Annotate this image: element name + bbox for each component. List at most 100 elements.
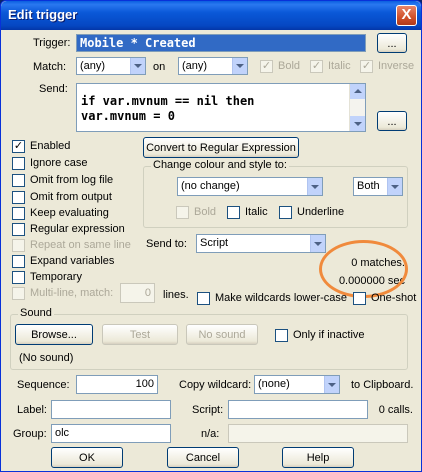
regular-expression-label: Regular expression — [30, 223, 125, 235]
colour-style-legend: Change colour and style to: — [151, 159, 289, 171]
colour-target-select[interactable]: Both — [353, 177, 403, 196]
match-colour2-value: (any) — [182, 60, 208, 72]
multiline-lines-input[interactable]: 0 — [120, 283, 155, 303]
omit-log-label: Omit from log file — [30, 174, 114, 186]
match-back-colour-select[interactable]: (any) — [178, 57, 248, 75]
send-line-1: if var.mvnum == nil then — [81, 94, 255, 108]
send-line-2: var.mvnum = 0 — [81, 109, 175, 123]
checkbox-box[interactable]: ✓ — [310, 60, 323, 73]
sequence-input[interactable]: 100 — [76, 375, 158, 394]
checkbox-box[interactable] — [176, 206, 189, 219]
checkbox-box[interactable] — [12, 174, 25, 187]
send-label: Send: — [39, 83, 68, 95]
change-colour-select[interactable]: (no change) — [177, 177, 323, 196]
scroll-up-icon[interactable] — [350, 84, 365, 99]
sequence-label: Sequence: — [17, 379, 70, 391]
expand-variables-label: Expand variables — [30, 255, 115, 267]
match-text-colour-select[interactable]: (any) — [76, 57, 146, 75]
match-bold-label: Bold — [278, 60, 301, 72]
keep-evaluating-label: Keep evaluating — [30, 207, 109, 219]
match-on-label: on — [153, 61, 166, 73]
send-to-label: Send to: — [146, 238, 187, 250]
match-label: Match: — [33, 61, 67, 73]
current-sound: (No sound) — [19, 352, 74, 364]
checkbox-box[interactable] — [12, 287, 25, 300]
checkbox-box[interactable] — [12, 207, 25, 220]
change-colour-value: (no change) — [181, 180, 240, 192]
checkbox-box[interactable] — [12, 157, 25, 170]
style-italic-label: Italic — [245, 206, 268, 218]
trigger-browse-button[interactable]: ... — [377, 33, 407, 53]
send-textarea[interactable]: if var.mvnum == nil then var.mvnum = 0 — [76, 83, 366, 132]
send-to-value: Script — [200, 237, 229, 249]
chevron-down-icon[interactable] — [232, 58, 247, 74]
help-button[interactable]: Help — [282, 447, 354, 468]
checkbox-box[interactable]: ✓ — [12, 140, 25, 153]
group-input[interactable]: olc — [51, 424, 171, 443]
trigger-input[interactable]: Mobile * Created — [76, 34, 366, 52]
ok-button[interactable]: OK — [51, 447, 123, 468]
label-label: Label: — [17, 404, 47, 416]
sound-browse-button[interactable]: Browse... — [15, 324, 93, 345]
chevron-down-icon[interactable] — [130, 58, 145, 74]
na-label: n/a: — [201, 428, 220, 440]
send-scrollbar[interactable] — [349, 84, 365, 131]
style-bold-label: Bold — [194, 206, 217, 218]
title-bar[interactable]: Edit trigger X — [1, 1, 421, 30]
temporary-label: Temporary — [30, 271, 82, 283]
no-sound-button[interactable]: No sound — [186, 324, 258, 345]
lines-label: lines. — [163, 289, 189, 301]
copy-wildcard-label: Copy wildcard: — [179, 379, 252, 391]
checkbox-box[interactable] — [12, 191, 25, 204]
na-input[interactable] — [228, 424, 408, 443]
multiline-label: Multi-line, match: — [30, 287, 114, 299]
scroll-down-icon[interactable] — [350, 116, 365, 131]
window-title: Edit trigger — [8, 7, 78, 22]
to-clipboard-label: to Clipboard. — [351, 379, 414, 391]
close-button[interactable]: X — [396, 5, 417, 26]
one-shot-label: One-shot — [371, 292, 417, 304]
style-underline-label: Underline — [297, 206, 345, 218]
chevron-down-icon[interactable] — [307, 178, 322, 195]
trigger-label: Trigger: — [33, 37, 71, 49]
checkbox-box[interactable]: ✓ — [360, 60, 373, 73]
chevron-down-icon[interactable] — [324, 376, 339, 393]
script-label: Script: — [192, 404, 224, 416]
group-label: Group: — [13, 428, 47, 440]
wildcards-lowercase-label: Make wildcards lower-case — [215, 292, 348, 304]
convert-regex-button[interactable]: Convert to Regular Expression — [143, 137, 299, 158]
script-input[interactable] — [228, 400, 368, 419]
checkbox-box[interactable] — [12, 239, 25, 252]
checkbox-box[interactable] — [279, 206, 292, 219]
send-browse-button[interactable]: ... — [377, 111, 407, 131]
edit-trigger-dialog: Edit trigger X Trigger: Mobile * Created… — [0, 0, 422, 472]
checkbox-box[interactable] — [12, 223, 25, 236]
omit-output-label: Omit from output — [30, 191, 112, 203]
repeat-same-line-label: Repeat on same line — [30, 239, 131, 251]
send-to-select[interactable]: Script — [196, 234, 326, 253]
checkbox-box[interactable]: ✓ — [260, 60, 273, 73]
script-calls: 0 calls. — [378, 404, 413, 416]
enabled-label: Enabled — [30, 140, 71, 152]
colour-target-value: Both — [357, 180, 380, 192]
label-input[interactable] — [51, 400, 171, 419]
cancel-button[interactable]: Cancel — [167, 447, 239, 468]
match-inverse-label: Inverse — [378, 60, 415, 72]
chevron-down-icon[interactable] — [310, 235, 325, 252]
only-inactive-label: Only if inactive — [293, 329, 365, 341]
ignore-case-label: Ignore case — [30, 157, 88, 169]
sound-test-button[interactable]: Test — [102, 324, 178, 345]
checkbox-box[interactable] — [275, 329, 288, 342]
highlight-circle — [319, 240, 408, 298]
copy-wildcard-select[interactable]: (none) — [254, 375, 340, 394]
copy-wildcard-value: (none) — [258, 378, 290, 390]
checkbox-box[interactable] — [12, 271, 25, 284]
chevron-down-icon[interactable] — [387, 178, 402, 195]
match-colour1-value: (any) — [80, 60, 106, 72]
checkbox-box[interactable] — [353, 292, 366, 305]
checkbox-box[interactable] — [197, 292, 210, 305]
checkbox-box[interactable] — [12, 255, 25, 268]
sound-legend: Sound — [18, 307, 54, 319]
checkbox-box[interactable] — [227, 206, 240, 219]
match-italic-label: Italic — [328, 60, 351, 72]
